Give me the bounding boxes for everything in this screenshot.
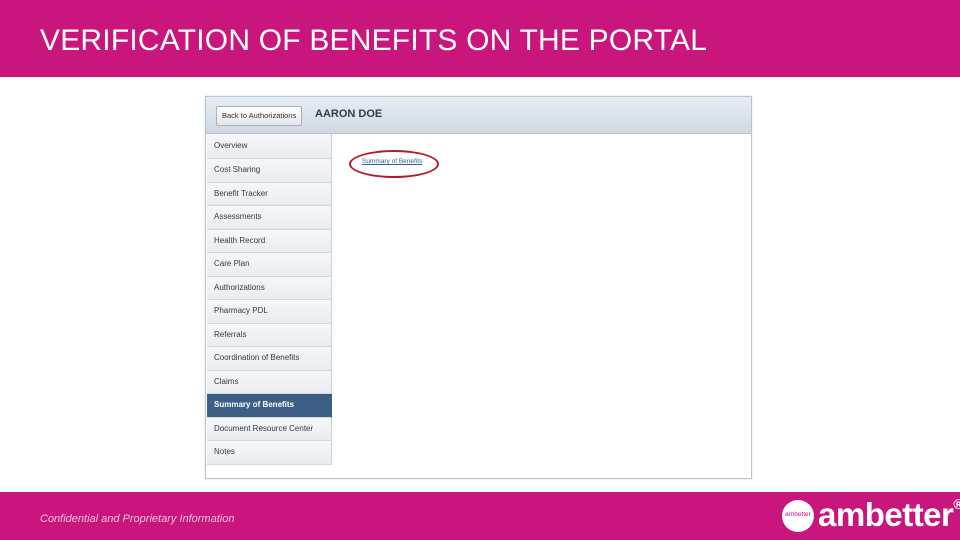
portal-window: Back to Authorizations AARON DOE Overvie… — [205, 96, 752, 479]
back-to-authorizations-button[interactable]: Back to Authorizations — [216, 106, 303, 126]
slide-footer: Confidential and Proprietary Information… — [0, 492, 960, 540]
sidebar-item-health-record[interactable]: Health Record — [207, 229, 332, 253]
sidebar-item-benefit-tracker[interactable]: Benefit Tracker — [207, 182, 332, 206]
sidebar-item-summary-of-benefits[interactable]: Summary of Benefits — [207, 394, 332, 418]
sidebar-item-document-resource-center[interactable]: Document Resource Center — [207, 417, 332, 441]
confidential-note: Confidential and Proprietary Information — [40, 513, 235, 525]
sidebar-item-authorizations[interactable]: Authorizations — [207, 276, 332, 300]
sidebar-item-claims[interactable]: Claims — [207, 370, 332, 394]
sidebar-item-assessments[interactable]: Assessments — [207, 206, 332, 230]
registered-mark: ® — [953, 496, 960, 512]
sidebar-item-overview[interactable]: Overview — [207, 134, 332, 159]
ambetter-logo: ambetter ambetter® — [782, 496, 960, 533]
sidebar-item-pharmacy-pdl[interactable]: Pharmacy PDL — [207, 300, 332, 324]
summary-of-benefits-link[interactable]: Summary of Benefits — [362, 158, 422, 165]
logo-wordmark: ambetter — [818, 496, 954, 533]
sidebar-item-care-plan[interactable]: Care Plan — [207, 253, 332, 277]
ambetter-badge-icon: ambetter — [782, 500, 814, 532]
member-name: AARON DOE — [315, 108, 383, 120]
sidebar-item-notes[interactable]: Notes — [207, 441, 332, 465]
slide-title: VERIFICATION OF BENEFITS ON THE PORTAL — [40, 24, 708, 57]
slide-header: VERIFICATION OF BENEFITS ON THE PORTAL — [0, 0, 960, 77]
sidebar-item-referrals[interactable]: Referrals — [207, 323, 332, 347]
member-sidebar-nav: Overview Cost Sharing Benefit Tracker As… — [207, 134, 332, 465]
sidebar-item-coordination-of-benefits[interactable]: Coordination of Benefits — [207, 347, 332, 371]
sidebar-item-cost-sharing[interactable]: Cost Sharing — [207, 159, 332, 183]
portal-toolbar: Back to Authorizations AARON DOE — [206, 97, 751, 134]
